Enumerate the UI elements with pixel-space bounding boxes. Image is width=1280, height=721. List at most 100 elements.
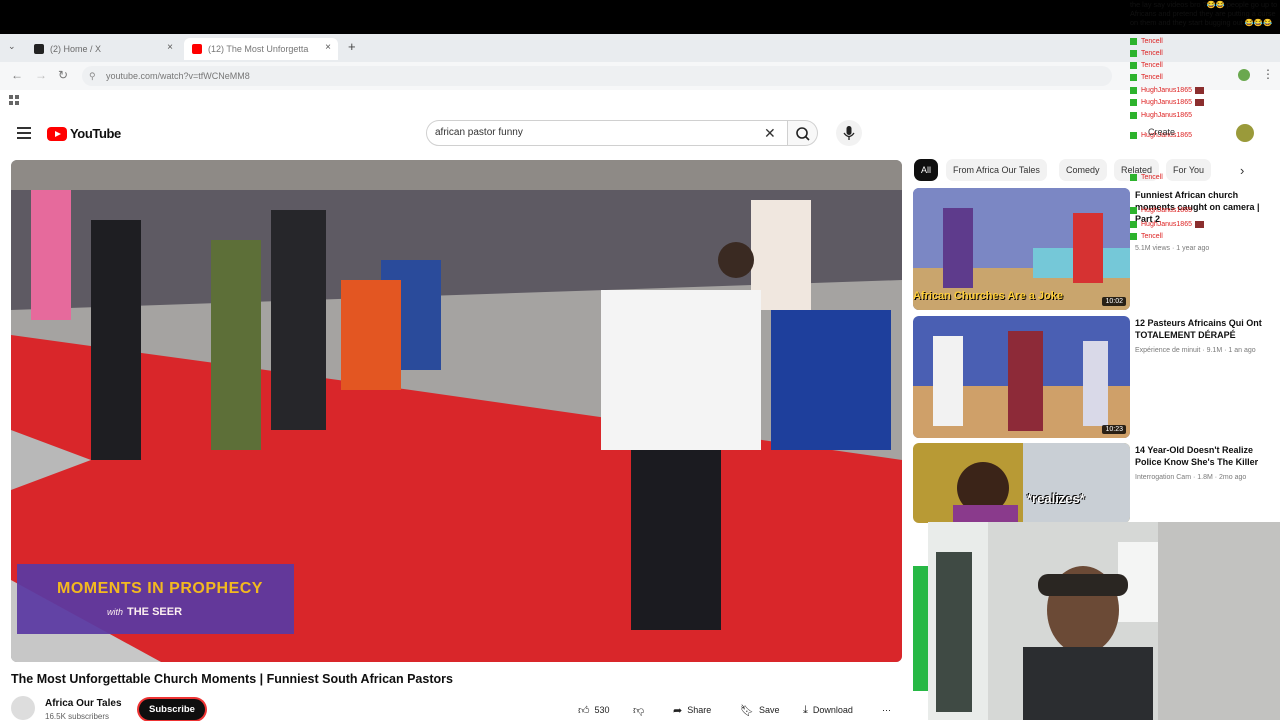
- chat-username: HughJanus1865: [1141, 221, 1192, 228]
- chat-row: Tencell: [1130, 38, 1163, 45]
- like-count: 530: [594, 705, 610, 715]
- close-tab-icon[interactable]: ×: [325, 42, 331, 53]
- new-tab-button[interactable]: +: [348, 39, 356, 54]
- chat-badge-icon: [1130, 38, 1137, 45]
- youtube-play-logo-icon: [47, 126, 67, 141]
- share-arrow-icon: ➦: [673, 704, 683, 717]
- video-duration: 10:02: [1102, 297, 1126, 306]
- save-button[interactable]: 🔖︎ Save: [740, 700, 779, 720]
- tab-youtube-video[interactable]: (12) The Most Unforgetta ×: [184, 38, 338, 60]
- sidebar-video-meta: 5.1M views · 1 year ago: [1135, 245, 1210, 252]
- download-button[interactable]: ⤓ Download: [803, 700, 853, 720]
- chat-badge-icon: [1130, 74, 1137, 81]
- chat-badge-icon: [1130, 112, 1137, 119]
- chat-emote-icon: [1195, 87, 1204, 94]
- sidebar-video-title[interactable]: 14 Year-Old Doesn't Realize Police Know …: [1135, 444, 1275, 468]
- chat-row: HughJanus1865: [1130, 99, 1204, 106]
- channel-name[interactable]: Africa Our Tales: [45, 698, 122, 709]
- apps-grid-icon[interactable]: [9, 95, 19, 105]
- chat-row: Tencell: [1130, 174, 1163, 181]
- chip-for-you[interactable]: For You: [1166, 159, 1212, 181]
- bookmark-icon: 🔖︎: [740, 704, 754, 717]
- chips-next-arrow-icon[interactable]: ›: [1240, 163, 1244, 178]
- voice-search-button[interactable]: [836, 120, 862, 146]
- sidebar-thumbnail-partial[interactable]: [913, 566, 929, 691]
- sidebar-thumbnail[interactable]: *realizes*: [913, 443, 1130, 523]
- chip-all[interactable]: All: [914, 159, 939, 181]
- download-icon: ⤓: [803, 703, 808, 716]
- search-icon: [796, 127, 810, 141]
- sidebar-thumbnail[interactable]: African Churches Are a Joke 10:02: [913, 188, 1130, 310]
- reload-icon[interactable]: ↻: [58, 68, 68, 82]
- share-label: Share: [687, 705, 712, 715]
- thumbnail-caption: *realizes*: [1027, 491, 1085, 506]
- microphone-icon: [843, 126, 855, 140]
- video-overlay-banner: MOMENTS IN PROPHECY with THE SEER: [17, 564, 294, 634]
- chat-username: Tencell: [1141, 174, 1163, 181]
- chat-row: HughJanus1865: [1130, 112, 1192, 119]
- chat-username: Tencell: [1141, 38, 1163, 45]
- create-button[interactable]: Create: [1148, 127, 1175, 137]
- chat-badge-icon: [1130, 50, 1137, 57]
- dislike-button[interactable]: 👎︎: [633, 700, 649, 720]
- youtube-logo[interactable]: YouTube: [47, 126, 121, 141]
- menu-hamburger-icon[interactable]: [17, 127, 31, 139]
- youtube-logo-text: YouTube: [70, 126, 121, 141]
- chat-emote-icon: [1195, 99, 1204, 106]
- bookmarks-bar: [0, 90, 1280, 112]
- search-input[interactable]: african pastor funny: [426, 120, 788, 146]
- site-info-icon[interactable]: ⚲: [89, 66, 96, 86]
- overlay-subtitle: with THE SEER: [107, 606, 182, 618]
- like-button[interactable]: 👍︎ 530: [578, 700, 610, 720]
- chat-username: HughJanus1865: [1141, 207, 1192, 214]
- sidebar-thumbnail[interactable]: 10:23: [913, 316, 1130, 438]
- tab-label: (12) The Most Unforgetta: [208, 44, 309, 54]
- chat-row: Tencell: [1130, 62, 1163, 69]
- thumbnail-image: [913, 316, 1130, 438]
- tab-x-home[interactable]: (2) Home / X ×: [26, 38, 180, 60]
- chip-from-channel[interactable]: From Africa Our Tales: [946, 159, 1047, 181]
- overlay-title: MOMENTS IN PROPHECY: [57, 580, 263, 597]
- tab-search-chevron-icon[interactable]: ⌄: [8, 41, 16, 52]
- chat-row: Tencell: [1130, 50, 1163, 57]
- channel-avatar[interactable]: [11, 696, 35, 720]
- chip-comedy[interactable]: Comedy: [1059, 159, 1107, 181]
- browser-tab-strip: ⌄ (2) Home / X × (12) The Most Unforgett…: [0, 34, 1280, 62]
- chat-row: HughJanus1865: [1130, 207, 1192, 214]
- sidebar-video-title[interactable]: 12 Pasteurs Africains Qui Ont TOTALEMENT…: [1135, 317, 1275, 341]
- thumbnail-caption: African Churches Are a Joke: [913, 290, 1063, 302]
- thumbs-down-icon: 👎︎: [633, 704, 645, 717]
- chat-emote-icon: [1195, 221, 1204, 228]
- youtube-icon: [192, 44, 202, 54]
- tab-label: (2) Home / X: [50, 44, 102, 54]
- chat-username: HughJanus1865: [1141, 87, 1192, 94]
- chat-username: Tencell: [1141, 62, 1163, 69]
- chat-badge-icon: [1130, 87, 1137, 94]
- chat-badge-icon: [1130, 132, 1137, 139]
- sidebar-video-meta: Interrogation Cam · 1.8M · 2mo ago: [1135, 474, 1247, 481]
- forward-arrow-icon[interactable]: →: [35, 68, 47, 82]
- chat-row: HughJanus1865: [1130, 221, 1204, 228]
- chat-badge-icon: [1130, 233, 1137, 240]
- more-actions-button[interactable]: ⋯: [882, 700, 891, 720]
- overlay-seer: THE SEER: [127, 606, 183, 618]
- stream-chat-overlay: the lay say videos bro ?😂😂 people go up …: [1128, 0, 1280, 140]
- search-button[interactable]: [788, 120, 818, 146]
- account-avatar[interactable]: [1236, 124, 1254, 142]
- subscribe-button[interactable]: Subscribe: [139, 699, 205, 720]
- share-button[interactable]: ➦ Share: [673, 700, 711, 720]
- chat-username: Tencell: [1141, 50, 1163, 57]
- x-logo-icon: [34, 44, 44, 54]
- back-arrow-icon[interactable]: ←: [11, 68, 23, 82]
- youtube-header: YouTube african pastor funny ✕: [0, 112, 1280, 156]
- chat-badge-icon: [1130, 99, 1137, 106]
- chat-badge-icon: [1130, 221, 1137, 228]
- clear-search-icon[interactable]: ✕: [764, 125, 776, 142]
- download-label: Download: [812, 705, 853, 715]
- video-duration: 10:23: [1102, 425, 1126, 434]
- url-bar[interactable]: ⚲ youtube.com/watch?v=tfWCNeMM8: [82, 66, 1112, 86]
- video-player[interactable]: MOMENTS IN PROPHECY with THE SEER: [11, 160, 902, 662]
- streamer-webcam: [928, 522, 1280, 720]
- browser-address-row: ← → ↻ ⚲ youtube.com/watch?v=tfWCNeMM8 ⋮: [0, 62, 1280, 90]
- close-tab-icon[interactable]: ×: [167, 42, 173, 53]
